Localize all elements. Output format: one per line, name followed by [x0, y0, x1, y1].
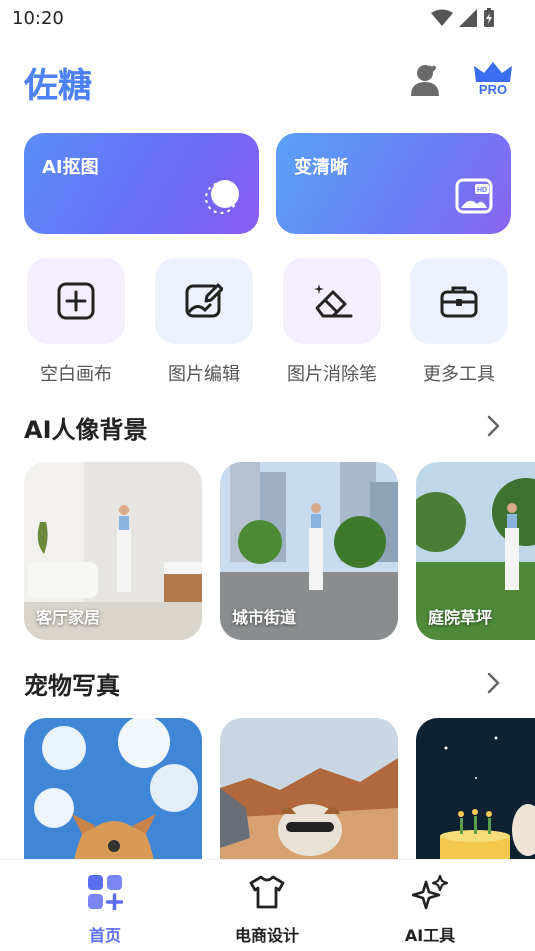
photo-card-pet-birthday[interactable]: [416, 718, 535, 860]
status-time: 10:20: [12, 8, 64, 29]
signal-icon: [459, 9, 477, 27]
tool-tile: [155, 258, 253, 344]
pet-sky-image: [24, 718, 202, 860]
tool-label: 更多工具: [423, 364, 495, 385]
photo-label: 庭院草坪: [428, 608, 493, 627]
battery-icon: [484, 8, 494, 27]
hd-icon: HD: [455, 178, 493, 214]
status-icons: [431, 8, 495, 28]
photo-card-garden-lawn[interactable]: 庭院草坪: [416, 462, 535, 640]
chevron-right-icon: [487, 672, 500, 694]
section-more-pets[interactable]: [482, 671, 506, 695]
photo-card-living-room[interactable]: 客厅家居: [24, 462, 202, 640]
photo-card-pet-desert[interactable]: [220, 718, 398, 860]
photo-label: 客厅家居: [36, 608, 101, 627]
tool-image-edit[interactable]: 图片编辑: [149, 258, 259, 386]
nav-ai-tools[interactable]: AI工具: [365, 874, 495, 946]
tool-tile: [410, 258, 508, 344]
photo-card-city-street[interactable]: 城市街道: [220, 462, 398, 640]
tool-tile: [27, 258, 125, 344]
image-edit-icon: [185, 283, 223, 318]
nav-ecommerce[interactable]: 电商设计: [202, 874, 332, 946]
tool-label: 空白画布: [40, 364, 112, 385]
tshirt-icon: [249, 875, 285, 909]
photo-label: 城市街道: [232, 608, 297, 627]
status-bar: 10:20: [0, 0, 535, 40]
eraser-icon: [314, 284, 353, 318]
tool-label: 图片编辑: [168, 364, 240, 385]
chevron-right-icon: [487, 415, 500, 437]
section-more-portrait[interactable]: [482, 414, 506, 438]
tool-tile: [283, 258, 381, 344]
enhance-card[interactable]: 变清晰 HD: [276, 133, 511, 234]
section-title-pets: 宠物写真: [24, 672, 120, 700]
pet-birthday-image: [416, 718, 535, 860]
pro-badge: PRO: [478, 82, 508, 97]
pro-button[interactable]: PRO: [472, 60, 514, 102]
enhance-label: 变清晰: [294, 157, 348, 178]
nav-label: AI工具: [404, 926, 456, 945]
home-grid-icon: [88, 875, 124, 911]
toolbox-icon: [440, 286, 478, 318]
ai-cutout-card[interactable]: AI抠图: [24, 133, 259, 234]
cutout-icon: [205, 180, 239, 214]
nav-label: 电商设计: [234, 926, 299, 945]
bottom-nav: 首页 电商设计 AI工具: [0, 859, 535, 951]
tool-eraser[interactable]: 图片消除笔: [277, 258, 387, 386]
tool-label: 图片消除笔: [287, 364, 377, 385]
photo-card-pet-sky[interactable]: [24, 718, 202, 860]
nav-home[interactable]: 首页: [40, 874, 170, 946]
sparkles-icon: [411, 874, 449, 910]
plus-square-icon: [57, 282, 95, 320]
user-icon: [411, 65, 439, 96]
profile-button[interactable]: [408, 60, 448, 100]
wifi-icon: [431, 9, 453, 26]
tool-more[interactable]: 更多工具: [404, 258, 514, 386]
hd-icon-text: HD: [477, 187, 487, 194]
app-title: 佐糖: [24, 58, 92, 107]
pet-desert-image: [220, 718, 398, 860]
nav-label: 首页: [88, 926, 121, 945]
ai-cutout-label: AI抠图: [42, 157, 99, 178]
section-title-portrait: AI人像背景: [24, 416, 148, 444]
tool-blank-canvas[interactable]: 空白画布: [21, 258, 131, 386]
